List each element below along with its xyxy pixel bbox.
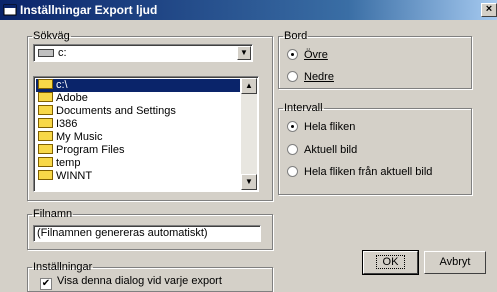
radio-nedre-dot [287,71,298,82]
folder-icon [38,157,53,167]
folder-icon [38,170,53,180]
radio-hela-fliken[interactable]: Hela fliken [287,120,355,134]
show-dialog-checkbox[interactable]: ✔ Visa denna dialog vid varje export [40,275,222,290]
bord-legend: Bord [284,30,308,42]
radio-hela-fliken-label: Hela fliken [304,121,356,133]
folder-list-item[interactable]: temp [36,157,80,170]
folder-label: My Music [56,131,103,143]
folder-icon [38,118,53,128]
folder-list-item[interactable]: I386 [36,118,77,131]
folder-label: WINNT [56,170,93,182]
folder-icon [38,92,53,102]
folder-label: Program Files [56,144,125,156]
cancel-label: Avbryt [439,256,471,268]
title-bar: Inställningar Export ljud × [0,0,497,20]
radio-nedre-label: Nedre [304,71,334,83]
radio-aktuell-bild[interactable]: Aktuell bild [287,143,357,157]
drive-icon [38,49,54,57]
radio-ovre-dot [287,49,298,60]
filnamn-legend: Filnamn [33,208,73,220]
window-title: Inställningar Export ljud [20,3,158,17]
folder-list-item[interactable]: c:\ [36,79,240,92]
folder-icon [38,144,53,154]
folder-label: c:\ [56,79,68,91]
folder-label: Adobe [56,92,88,104]
checkmark-icon: ✔ [40,278,52,290]
ok-button[interactable]: OK [362,250,419,275]
folder-label: Documents and Settings [56,105,176,117]
radio-hela-fliken-fran-label: Hela fliken från aktuell bild [304,166,433,178]
radio-hela-fliken-fran[interactable]: Hela fliken från aktuell bild [287,165,432,179]
drive-combobox[interactable]: c: ▼ [33,44,253,62]
radio-nedre[interactable]: Nedre [287,70,334,84]
close-icon: × [485,3,493,15]
folder-list-item[interactable]: Program Files [36,144,124,157]
folder-label: temp [56,157,81,169]
folder-label: I386 [56,118,78,130]
folder-icon [38,79,53,89]
sokvag-legend: Sökväg [33,30,70,42]
drive-value: c: [58,47,67,59]
cancel-button[interactable]: Avbryt [424,251,486,274]
folder-list-item[interactable]: Adobe [36,92,88,105]
chevron-down-icon[interactable]: ▼ [237,46,251,60]
folder-icon [38,105,53,115]
folder-listbox[interactable]: c:\ Adobe Documents and Settings I386 My Mus… [33,76,259,192]
folder-list-item[interactable]: My Music [36,131,102,144]
radio-ovre-label: Övre [304,49,328,61]
folder-scrollbar[interactable]: ▲ ▼ [241,78,257,190]
radio-aktuell-bild-dot [287,144,298,155]
radio-aktuell-bild-label: Aktuell bild [304,144,358,156]
filename-value: (Filnamnen genereras automatiskt) [37,227,208,239]
radio-hela-fliken-fran-dot [287,166,298,177]
radio-hela-fliken-dot [287,121,298,132]
intervall-legend: Intervall [284,102,323,114]
show-dialog-label: Visa denna dialog vid varje export [57,275,222,287]
installningar-legend: Inställningar [33,261,93,273]
folder-icon [38,131,53,141]
scroll-down-icon[interactable]: ▼ [241,174,257,190]
radio-ovre[interactable]: Övre [287,48,328,62]
folder-list-item[interactable]: Documents and Settings [36,105,176,118]
ok-label: OK [375,255,406,269]
folder-list-item[interactable]: WINNT [36,170,92,183]
app-icon [3,4,17,16]
scroll-up-icon[interactable]: ▲ [241,78,257,94]
filename-field[interactable]: (Filnamnen genereras automatiskt) [33,225,261,242]
close-button[interactable]: × [481,3,497,17]
